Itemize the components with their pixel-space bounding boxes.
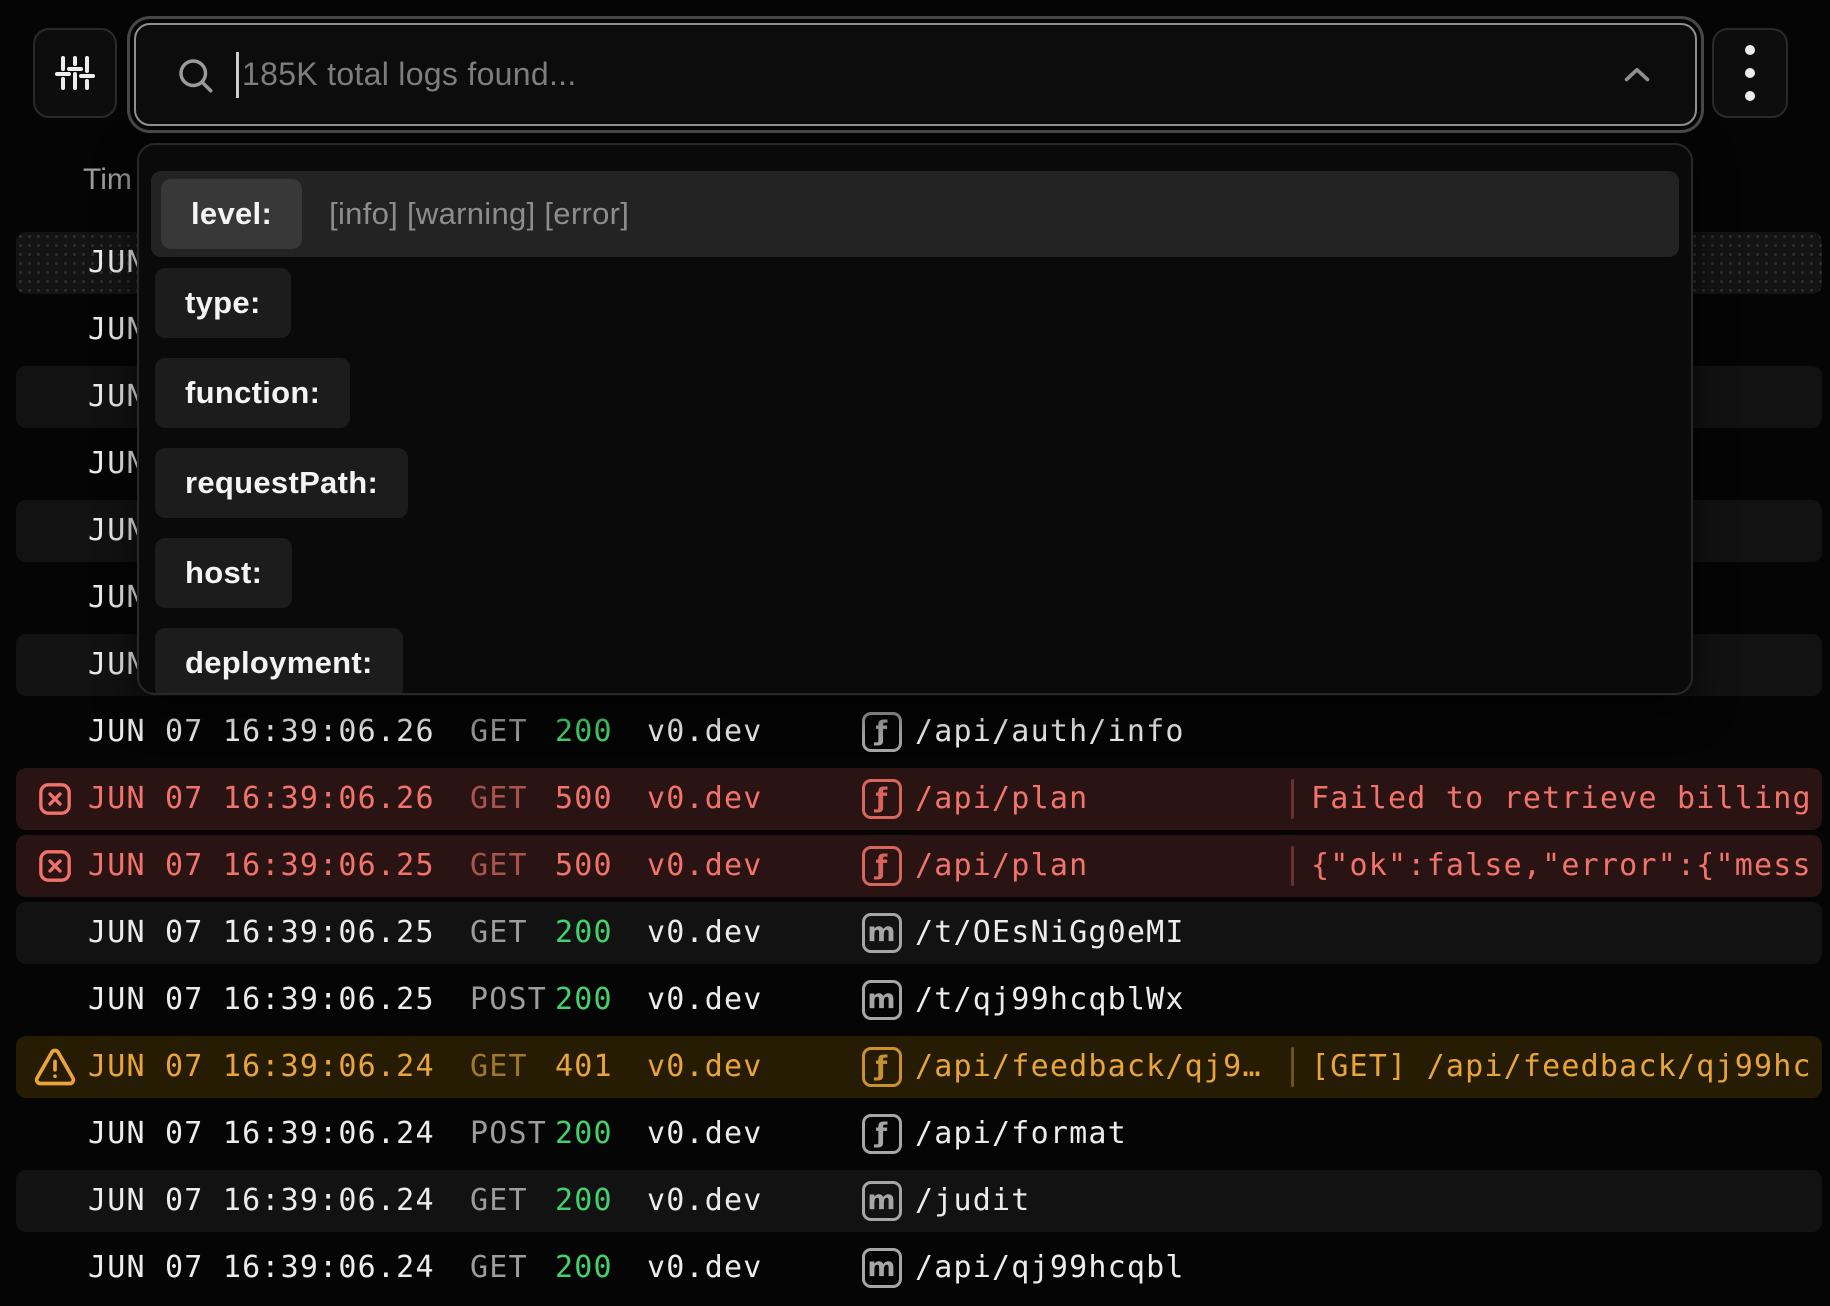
runtime-icon: ƒ xyxy=(862,1114,902,1154)
timestamp-cell: JUN 07 16:39:06.26 xyxy=(88,701,435,763)
host-cell: v0.dev xyxy=(647,1036,763,1098)
timestamp-cell: JUN 07 16:39:06.24 xyxy=(88,1237,435,1299)
method-cell: GET xyxy=(470,1237,528,1299)
runtime-icon: ƒ xyxy=(862,779,902,819)
warning-triangle-icon xyxy=(33,1045,77,1089)
log-row[interactable]: JUN 07 16:39:06.25 GET 500 v0.dev ƒ /api… xyxy=(16,835,1822,897)
method-cell: GET xyxy=(470,701,528,763)
runtime-icon: ƒ xyxy=(862,846,902,886)
status-cell: 200 xyxy=(555,1237,613,1299)
log-row[interactable]: JUN 07 16:39:06.25 GET 200 v0.dev m /t/O… xyxy=(16,902,1822,964)
filter-suggestion-item[interactable]: requestPath: xyxy=(155,448,1675,518)
status-cell: 200 xyxy=(555,1170,613,1232)
status-cell: 200 xyxy=(555,902,613,964)
runtime-icon: m xyxy=(862,1248,902,1288)
host-cell: v0.dev xyxy=(647,768,763,830)
filter-suggestion-item[interactable]: type: xyxy=(155,268,1675,338)
runtime-icon: m xyxy=(862,980,902,1020)
sliders-icon xyxy=(51,49,99,97)
timestamp-cell: JUN 07 16:39:06.26 xyxy=(88,768,435,830)
method-cell: GET xyxy=(470,835,528,897)
host-cell: v0.dev xyxy=(647,902,763,964)
text-caret xyxy=(236,52,239,98)
filter-value-hint: [info] [warning] [error] xyxy=(329,196,629,232)
host-cell: v0.dev xyxy=(647,1103,763,1165)
path-cell: /api/plan xyxy=(915,768,1088,830)
filter-key-pill[interactable]: host: xyxy=(155,538,292,608)
status-cell: 401 xyxy=(555,1036,613,1098)
path-cell: /api/plan xyxy=(915,835,1088,897)
x-square-icon xyxy=(33,777,77,821)
filter-key-pill[interactable]: type: xyxy=(155,268,291,338)
search-input[interactable]: 185K total logs found... xyxy=(134,23,1697,126)
host-cell: v0.dev xyxy=(647,701,763,763)
runtime-icon: ƒ xyxy=(862,712,902,752)
more-options-button[interactable] xyxy=(1712,28,1788,118)
timestamp-cell: JUN 07 16:39:06.25 xyxy=(88,835,435,897)
method-cell: GET xyxy=(470,1170,528,1232)
runtime-icon: m xyxy=(862,913,902,953)
host-cell: v0.dev xyxy=(647,1170,763,1232)
message-cell: Failed to retrieve billing ( xyxy=(1275,768,1812,830)
search-placeholder: 185K total logs found... xyxy=(242,56,577,93)
runtime-icon: m xyxy=(862,1181,902,1221)
x-square-icon xyxy=(33,844,77,888)
filter-key-pill[interactable]: level: xyxy=(161,179,302,249)
search-icon xyxy=(174,54,216,96)
message-cell: [GET] /api/feedback/qj99hcq xyxy=(1275,1036,1812,1098)
status-cell: 500 xyxy=(555,835,613,897)
log-row[interactable]: JUN 07 16:39:06.24 GET 401 v0.dev ƒ /api… xyxy=(16,1036,1822,1098)
method-cell: GET xyxy=(470,902,528,964)
path-cell: /api/auth/info xyxy=(915,701,1185,763)
log-row[interactable]: JUN 07 16:39:06.26 GET 500 v0.dev ƒ /api… xyxy=(16,768,1822,830)
method-cell: POST xyxy=(470,969,547,1031)
timestamp-cell: JUN 07 16:39:06.24 xyxy=(88,1103,435,1165)
filter-suggestion-item[interactable]: level: [info] [warning] [error] xyxy=(151,171,1679,257)
toolbar: 185K total logs found... xyxy=(0,0,1830,132)
path-cell: /judit xyxy=(915,1170,1031,1232)
timestamp-cell: JUN 07 16:39:06.24 xyxy=(88,1036,435,1098)
path-cell: /api/feedback/qj9… xyxy=(915,1036,1262,1098)
message-cell: {"ok":false,"error":{"messa xyxy=(1275,835,1812,897)
log-row[interactable]: JUN 07 16:39:06.25 POST 200 v0.dev m /t/… xyxy=(16,969,1822,1031)
path-cell: /api/qj99hcqbl xyxy=(915,1237,1185,1299)
host-cell: v0.dev xyxy=(647,835,763,897)
status-cell: 200 xyxy=(555,1103,613,1165)
path-cell: /t/qj99hcqblWx xyxy=(915,969,1185,1031)
log-row[interactable]: JUN 07 16:39:06.24 POST 200 v0.dev ƒ /ap… xyxy=(16,1103,1822,1165)
timestamp-cell: JUN 07 16:39:06.24 xyxy=(88,1170,435,1232)
filter-suggestion-item[interactable]: function: xyxy=(155,358,1675,428)
runtime-icon: ƒ xyxy=(862,1047,902,1087)
log-row[interactable]: JUN 07 16:39:06.24 GET 200 v0.dev m /api… xyxy=(16,1237,1822,1299)
timestamp-cell: JUN 07 16:39:06.25 xyxy=(88,969,435,1031)
path-cell: /t/OEsNiGg0eMI xyxy=(915,902,1185,964)
filter-suggestion-item[interactable]: host: xyxy=(155,538,1675,608)
host-cell: v0.dev xyxy=(647,1237,763,1299)
filter-suggestion-item[interactable]: deployment: xyxy=(155,628,1675,695)
timestamp-cell: JUN 07 16:39:06.25 xyxy=(88,902,435,964)
path-cell: /api/format xyxy=(915,1103,1127,1165)
status-cell: 200 xyxy=(555,969,613,1031)
status-cell: 500 xyxy=(555,768,613,830)
kebab-icon xyxy=(1745,45,1755,101)
log-row[interactable]: JUN 07 16:39:06.24 GET 200 v0.dev m /jud… xyxy=(16,1170,1822,1232)
filter-suggestions-dropdown: level: [info] [warning] [error] type: fu… xyxy=(137,143,1693,695)
method-cell: GET xyxy=(470,1036,528,1098)
host-cell: v0.dev xyxy=(647,969,763,1031)
log-row[interactable]: JUN 07 16:39:06.26 GET 200 v0.dev ƒ /api… xyxy=(16,701,1822,763)
chevron-up-icon[interactable] xyxy=(1619,57,1655,93)
filter-key-pill[interactable]: requestPath: xyxy=(155,448,408,518)
status-cell: 200 xyxy=(555,701,613,763)
method-cell: POST xyxy=(470,1103,547,1165)
filter-key-pill[interactable]: function: xyxy=(155,358,350,428)
filter-key-pill[interactable]: deployment: xyxy=(155,628,403,695)
filter-button[interactable] xyxy=(33,28,117,118)
method-cell: GET xyxy=(470,768,528,830)
